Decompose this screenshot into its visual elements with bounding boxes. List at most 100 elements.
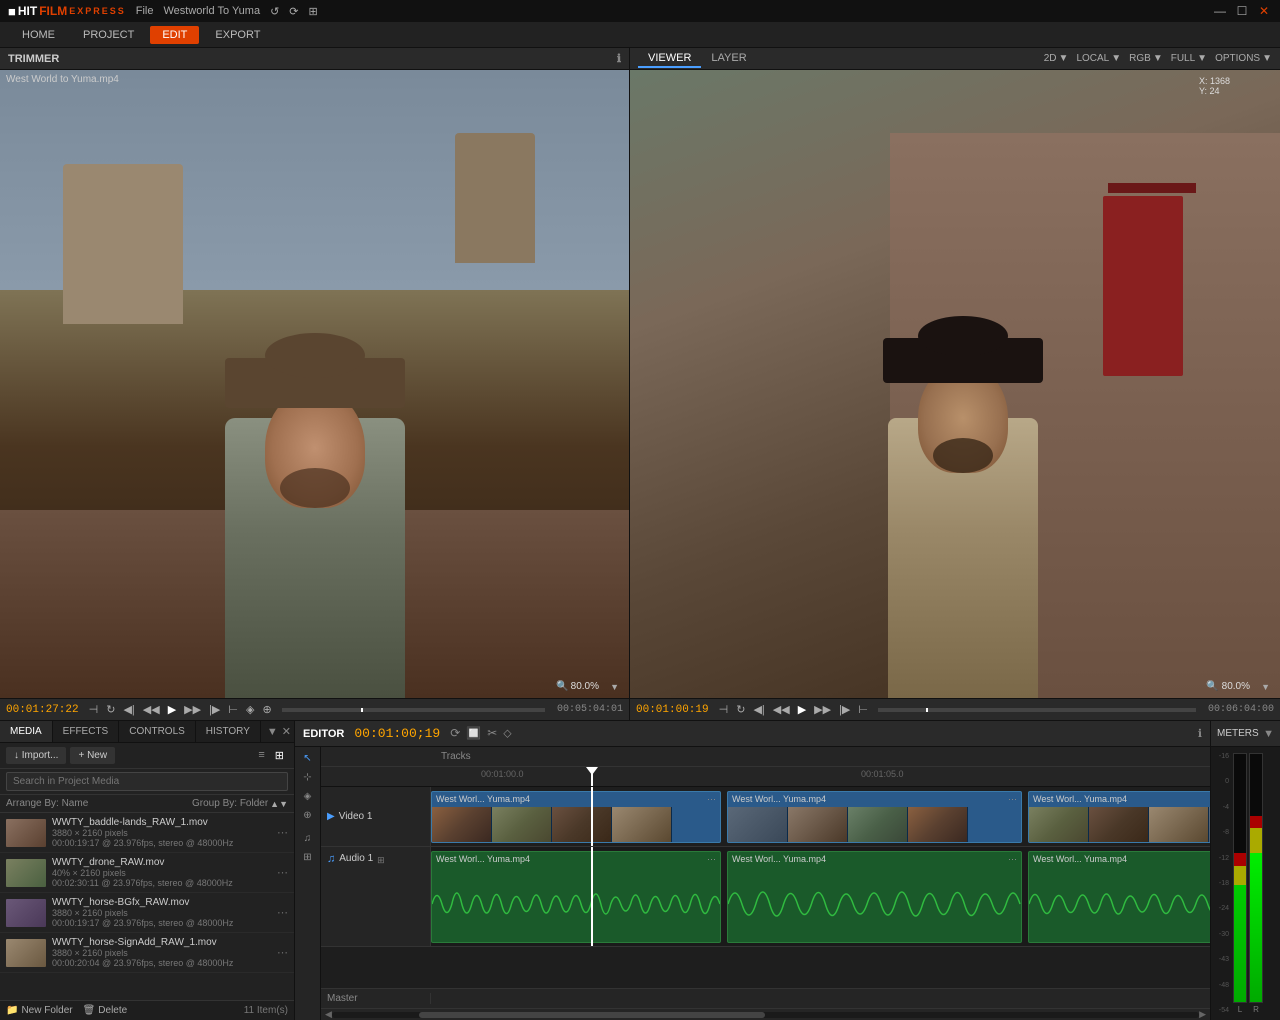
menu-redo[interactable]: ⟳ bbox=[289, 5, 298, 18]
video-clip-2[interactable]: West Worl... Yuma.mp4 ⋯ bbox=[727, 791, 1022, 843]
trim-in-button[interactable]: ⊣ bbox=[87, 703, 101, 716]
trim-prev-button[interactable]: ◀◀ bbox=[141, 703, 162, 716]
tab-controls[interactable]: CONTROLS bbox=[119, 721, 196, 742]
tab-viewer[interactable]: VIEWER bbox=[638, 50, 701, 68]
meters-minimize-btn[interactable]: ▼ bbox=[1263, 728, 1274, 740]
meters-scale: -16 0 -4 -8 -12 -18 -24 -30 -43 -48 -54 bbox=[1215, 753, 1231, 1014]
menu-grid[interactable]: ⊞ bbox=[309, 5, 318, 18]
view-mode-selector[interactable]: 2D ▼ bbox=[1044, 53, 1069, 64]
viewer-out-btn[interactable]: ⊢ bbox=[856, 703, 870, 716]
clip-menu-2[interactable]: ⋯ bbox=[1008, 794, 1017, 805]
options-button[interactable]: OPTIONS ▼ bbox=[1215, 53, 1272, 64]
scroll-right-btn[interactable]: ▶ bbox=[1199, 1009, 1206, 1020]
menu-undo[interactable]: ↺ bbox=[270, 5, 279, 18]
local-mode-selector[interactable]: LOCAL ▼ bbox=[1076, 53, 1121, 64]
media-item-menu[interactable]: ⋯ bbox=[277, 946, 288, 959]
tool-pointer[interactable]: ↖ bbox=[298, 751, 318, 766]
trim-next-frame[interactable]: |▶ bbox=[207, 703, 222, 716]
maximize-button[interactable]: ☐ bbox=[1234, 4, 1250, 18]
list-item[interactable]: WWTY_horse-SignAdd_RAW_1.mov 3880 × 2160… bbox=[0, 933, 294, 973]
scale-minus18: -18 bbox=[1219, 880, 1229, 887]
media-item-menu[interactable]: ⋯ bbox=[277, 826, 288, 839]
media-item-menu[interactable]: ⋯ bbox=[277, 866, 288, 879]
viewer-next-frame[interactable]: |▶ bbox=[837, 703, 852, 716]
trim-next-button[interactable]: ▶▶ bbox=[182, 703, 203, 716]
import-button[interactable]: ↓ Import... bbox=[6, 747, 66, 764]
close-button[interactable]: ✕ bbox=[1256, 4, 1272, 18]
grid-view-btn[interactable]: ⊞ bbox=[271, 747, 288, 764]
zoom-dropdown[interactable]: ▼ bbox=[610, 682, 619, 692]
scroll-left-btn[interactable]: ◀ bbox=[325, 1009, 332, 1020]
media-minimize-btn[interactable]: ▼ bbox=[267, 726, 278, 738]
viewer-prev-frame[interactable]: ◀| bbox=[751, 703, 766, 716]
video-track-content: West Worl... Yuma.mp4 ⋯ bbox=[431, 787, 1210, 846]
tool-audio[interactable]: ♫ bbox=[298, 831, 318, 846]
nav-edit[interactable]: EDIT bbox=[150, 26, 199, 44]
timeline-ruler[interactable]: 00:01:00.0 00:01:05.0 00:01:10.0 bbox=[321, 767, 1210, 787]
sort-arrow[interactable]: ▲▼ bbox=[270, 799, 288, 809]
channel-selector[interactable]: RGB ▼ bbox=[1129, 53, 1163, 64]
tab-media[interactable]: MEDIA bbox=[0, 721, 53, 742]
viewer-progress-bar[interactable] bbox=[878, 708, 1196, 712]
editor-info-btn[interactable]: ℹ bbox=[1198, 727, 1202, 740]
nav-project[interactable]: PROJECT bbox=[71, 26, 146, 44]
media-search-input[interactable] bbox=[6, 772, 288, 791]
viewer-loop-btn[interactable]: ↻ bbox=[734, 703, 747, 716]
trim-play-button[interactable]: ▶ bbox=[166, 703, 178, 716]
trim-loop-button[interactable]: ↻ bbox=[104, 703, 117, 716]
new-folder-button[interactable]: 📁 New Folder bbox=[6, 1005, 73, 1016]
audio-track-settings[interactable]: ⊞ bbox=[377, 855, 385, 866]
viewer-prev-btn[interactable]: ◀◀ bbox=[771, 703, 792, 716]
new-button[interactable]: + New bbox=[70, 747, 115, 764]
scale-minus48: -48 bbox=[1219, 982, 1229, 989]
tool-razor[interactable]: ◈ bbox=[298, 789, 318, 804]
trim-mark-button[interactable]: ◈ bbox=[244, 703, 256, 716]
trim-insert-button[interactable]: ⊕ bbox=[260, 703, 273, 716]
scroll-thumb[interactable] bbox=[419, 1012, 766, 1018]
list-item[interactable]: WWTY_baddle-lands_RAW_1.mov 3880 × 2160 … bbox=[0, 813, 294, 853]
size-selector[interactable]: FULL ▼ bbox=[1171, 53, 1207, 64]
viewer-next-btn[interactable]: ▶▶ bbox=[812, 703, 833, 716]
menu-file[interactable]: File bbox=[136, 5, 154, 17]
nav-export[interactable]: EXPORT bbox=[203, 26, 272, 44]
viewer-playhead bbox=[926, 708, 928, 712]
editor-loop-btn[interactable]: ⟳ bbox=[450, 726, 460, 741]
meters-title: METERS bbox=[1217, 728, 1259, 739]
trimmer-progress-bar[interactable] bbox=[282, 708, 545, 712]
editor-marker-btn[interactable]: ⬦ bbox=[503, 726, 511, 741]
video-clip-3[interactable]: West Worl... Yuma.mp4 ⋯ bbox=[1028, 791, 1210, 843]
audio-clip-1[interactable]: West Worl... Yuma.mp4 ⋯ bbox=[431, 851, 721, 943]
list-view-btn[interactable]: ≡ bbox=[254, 747, 268, 764]
scroll-track[interactable] bbox=[332, 1012, 1199, 1018]
trimmer-info-button[interactable]: ℹ bbox=[617, 52, 621, 65]
group-by-selector[interactable]: Group By: Folder bbox=[192, 798, 268, 809]
minimize-button[interactable]: — bbox=[1212, 4, 1228, 18]
tool-edit[interactable]: ⊞ bbox=[298, 850, 318, 865]
viewer-zoom-dropdown[interactable]: ▼ bbox=[1261, 682, 1270, 692]
tab-history[interactable]: HISTORY bbox=[196, 721, 261, 742]
editor-snap-btn[interactable]: 🔲 bbox=[466, 726, 481, 741]
clip-menu-1[interactable]: ⋯ bbox=[707, 794, 716, 805]
trim-prev-frame[interactable]: ◀| bbox=[121, 703, 136, 716]
list-item[interactable]: WWTY_drone_RAW.mov 40% × 2160 pixels 00:… bbox=[0, 853, 294, 893]
tab-layer[interactable]: LAYER bbox=[701, 50, 756, 68]
viewer-play-btn[interactable]: ▶ bbox=[796, 703, 808, 716]
list-item[interactable]: WWTY_horse-BGfx_RAW.mov 3880 × 2160 pixe… bbox=[0, 893, 294, 933]
video-clip-1[interactable]: West Worl... Yuma.mp4 ⋯ bbox=[431, 791, 721, 843]
audio-clip-2[interactable]: West Worl... Yuma.mp4 ⋯ bbox=[727, 851, 1022, 943]
delete-button[interactable]: 🗑 Delete bbox=[83, 1005, 128, 1016]
audio-clip-menu-2[interactable]: ⋯ bbox=[1008, 854, 1017, 865]
tool-select[interactable]: ⊹ bbox=[298, 770, 318, 785]
media-item-details: 3880 × 2160 pixels bbox=[52, 948, 271, 958]
nav-home[interactable]: HOME bbox=[10, 26, 67, 44]
trim-out-button[interactable]: ⊢ bbox=[226, 703, 240, 716]
scale-minus54: -54 bbox=[1219, 1007, 1229, 1014]
editor-split-btn[interactable]: ✂ bbox=[487, 726, 497, 741]
media-close-btn[interactable]: ✕ bbox=[282, 725, 291, 738]
audio-clip-menu-1[interactable]: ⋯ bbox=[707, 854, 716, 865]
tab-effects[interactable]: EFFECTS bbox=[53, 721, 120, 742]
media-item-menu[interactable]: ⋯ bbox=[277, 906, 288, 919]
viewer-in-btn[interactable]: ⊣ bbox=[717, 703, 731, 716]
tool-zoom[interactable]: ⊕ bbox=[298, 808, 318, 823]
audio-clip-3[interactable]: West Worl... Yuma.mp4 ⋯ bbox=[1028, 851, 1210, 943]
